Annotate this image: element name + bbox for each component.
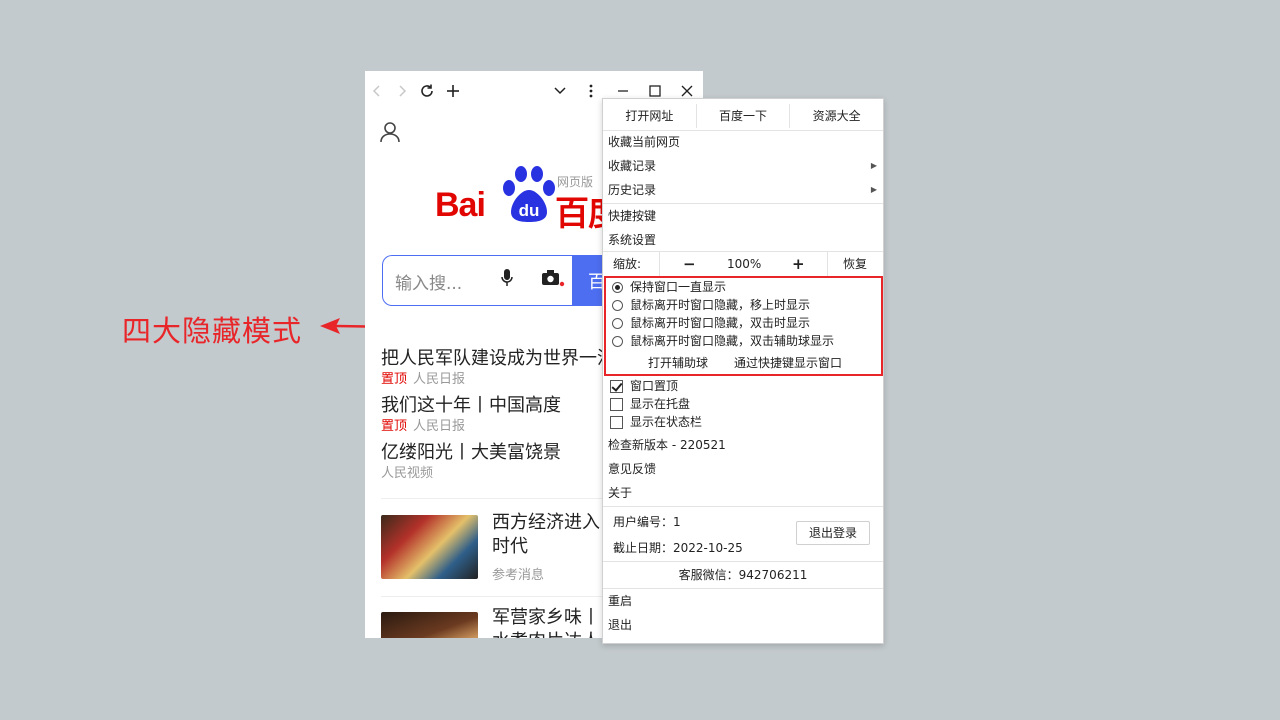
kebab-icon[interactable] <box>581 81 601 101</box>
radio-label: 鼠标离开时窗口隐藏，双击辅助球显示 <box>630 332 834 350</box>
checkbox[interactable] <box>610 416 623 429</box>
support-wechat: 客服微信：942706211 <box>603 565 883 585</box>
divider <box>827 252 828 276</box>
menu-item-label: 系统设置 <box>608 233 656 247</box>
always-on-top-option[interactable]: 窗口置顶 <box>610 377 678 395</box>
chevron-down-icon[interactable] <box>550 81 570 101</box>
submenu-arrow-icon: ▶ <box>871 178 877 202</box>
microphone-icon[interactable] <box>500 268 514 288</box>
user-id: 用户编号：1 <box>613 513 681 531</box>
news-source: 人民日报 <box>413 419 465 434</box>
hide-mode-option-4[interactable]: 鼠标离开时窗口隐藏，双击辅助球显示 <box>612 332 834 350</box>
menu-item-settings[interactable]: 系统设置 <box>603 228 883 252</box>
checkbox-label: 窗口置顶 <box>630 377 678 395</box>
show-in-tray-option[interactable]: 显示在托盘 <box>610 395 690 413</box>
card-source: 参考消息 <box>492 567 600 585</box>
open-url-button[interactable]: 打开网址 <box>603 104 697 128</box>
chevron-right-icon[interactable] <box>392 81 412 101</box>
radio-selected[interactable] <box>612 282 623 293</box>
context-menu: 打开网址 百度一下 资源大全 收藏当前网页 收藏记录 ▶ 历史记录 ▶ 快捷按键 系… <box>602 98 884 644</box>
menu-separator <box>603 506 883 507</box>
checkbox-checked[interactable] <box>610 380 623 393</box>
radio-label: 鼠标离开时窗口隐藏，移上时显示 <box>630 296 810 314</box>
card-title-line1[interactable]: 西方经济进入 <box>492 511 600 535</box>
logo-version: 网页版 <box>557 173 593 190</box>
news-source: 人民视频 <box>381 466 433 481</box>
menu-item-about[interactable]: 关于 <box>603 481 883 505</box>
menu-item-feedback[interactable]: 意见反馈 <box>603 457 883 481</box>
shortcut-show-window-button[interactable]: 通过快捷键显示窗口 <box>734 354 842 372</box>
menu-item-exit[interactable]: 退出 <box>603 613 883 637</box>
user-icon[interactable] <box>379 121 401 147</box>
menu-item-label: 检查新版本 - 220521 <box>608 438 726 452</box>
menu-item-label: 关于 <box>608 486 632 500</box>
news-card-1[interactable]: 西方经济进入 时代 参考消息 <box>492 511 600 585</box>
menu-item-label: 退出 <box>608 618 632 632</box>
logo-text-left: Bai <box>435 186 485 225</box>
open-assist-ball-button[interactable]: 打开辅助球 <box>648 354 708 372</box>
plus-icon[interactable] <box>443 81 463 101</box>
news-thumbnail[interactable] <box>381 515 478 579</box>
radio-label: 鼠标离开时窗口隐藏，双击时显示 <box>630 314 810 332</box>
card-title-line1[interactable]: 军营家乡味丨 <box>492 606 600 630</box>
zoom-out-button[interactable]: − <box>683 252 696 276</box>
zoom-reset-button[interactable]: 恢复 <box>843 252 867 276</box>
menu-item-shortcuts[interactable]: 快捷按键 <box>603 204 883 228</box>
menu-item-label: 收藏记录 <box>608 159 656 173</box>
expire-date: 截止日期：2022-10-25 <box>613 539 743 557</box>
logout-button[interactable]: 退出登录 <box>796 521 870 545</box>
hide-mode-option-3[interactable]: 鼠标离开时窗口隐藏，双击时显示 <box>612 314 810 332</box>
paw-icon: du <box>499 166 557 228</box>
search-placeholder: 输入搜... <box>395 269 462 294</box>
radio[interactable] <box>612 318 623 329</box>
zoom-row: 缩放: − 100% + 恢复 <box>603 252 883 276</box>
pin-badge: 置顶 <box>381 419 407 434</box>
news-source: 人民日报 <box>413 372 465 387</box>
hide-mode-option-1[interactable]: 保持窗口一直显示 <box>612 278 726 296</box>
checkbox-label: 显示在托盘 <box>630 395 690 413</box>
menu-separator <box>603 561 883 562</box>
baidu-search-button[interactable]: 百度一下 <box>697 104 791 128</box>
menu-item-bookmark-page[interactable]: 收藏当前网页 <box>603 130 883 154</box>
menu-item-restart[interactable]: 重启 <box>603 589 883 613</box>
chevron-left-icon[interactable] <box>367 81 387 101</box>
zoom-label: 缩放: <box>613 252 641 276</box>
radio[interactable] <box>612 336 623 347</box>
menu-top-buttons: 打开网址 百度一下 资源大全 <box>603 104 883 128</box>
zoom-in-button[interactable]: + <box>792 252 805 276</box>
card-title-line2[interactable]: 水煮肉片达人 <box>492 630 600 638</box>
news-card-2[interactable]: 军营家乡味丨 水煮肉片达人 <box>492 606 600 638</box>
camera-icon[interactable] <box>541 268 565 288</box>
checkbox-label: 显示在状态栏 <box>630 413 702 431</box>
hide-mode-option-2[interactable]: 鼠标离开时窗口隐藏，移上时显示 <box>612 296 810 314</box>
annotation-label: 四大隐藏模式 <box>122 308 302 350</box>
zoom-value: 100% <box>727 252 761 276</box>
submenu-arrow-icon: ▶ <box>871 154 877 178</box>
show-in-statusbar-option[interactable]: 显示在状态栏 <box>610 413 702 431</box>
reload-icon[interactable] <box>417 81 437 101</box>
radio-label: 保持窗口一直显示 <box>630 278 726 296</box>
radio[interactable] <box>612 300 623 311</box>
resources-button[interactable]: 资源大全 <box>790 104 883 128</box>
divider <box>659 252 660 276</box>
card-title-line2[interactable]: 时代 <box>492 535 600 559</box>
menu-item-check-update[interactable]: 检查新版本 - 220521 <box>603 433 883 457</box>
menu-item-history[interactable]: 历史记录 ▶ <box>603 178 883 202</box>
menu-item-bookmarks[interactable]: 收藏记录 ▶ <box>603 154 883 178</box>
hide-mode-group: 保持窗口一直显示 鼠标离开时窗口隐藏，移上时显示 鼠标离开时窗口隐藏，双击时显示… <box>604 276 883 376</box>
checkbox[interactable] <box>610 398 623 411</box>
logo-text-du: du <box>519 201 540 220</box>
menu-item-label: 快捷按键 <box>608 209 656 223</box>
menu-item-label: 意见反馈 <box>608 462 656 476</box>
menu-item-label: 重启 <box>608 594 632 608</box>
pin-badge: 置顶 <box>381 372 407 387</box>
menu-item-label: 历史记录 <box>608 183 656 197</box>
news-thumbnail[interactable] <box>381 612 478 638</box>
menu-item-label: 收藏当前网页 <box>608 135 680 149</box>
